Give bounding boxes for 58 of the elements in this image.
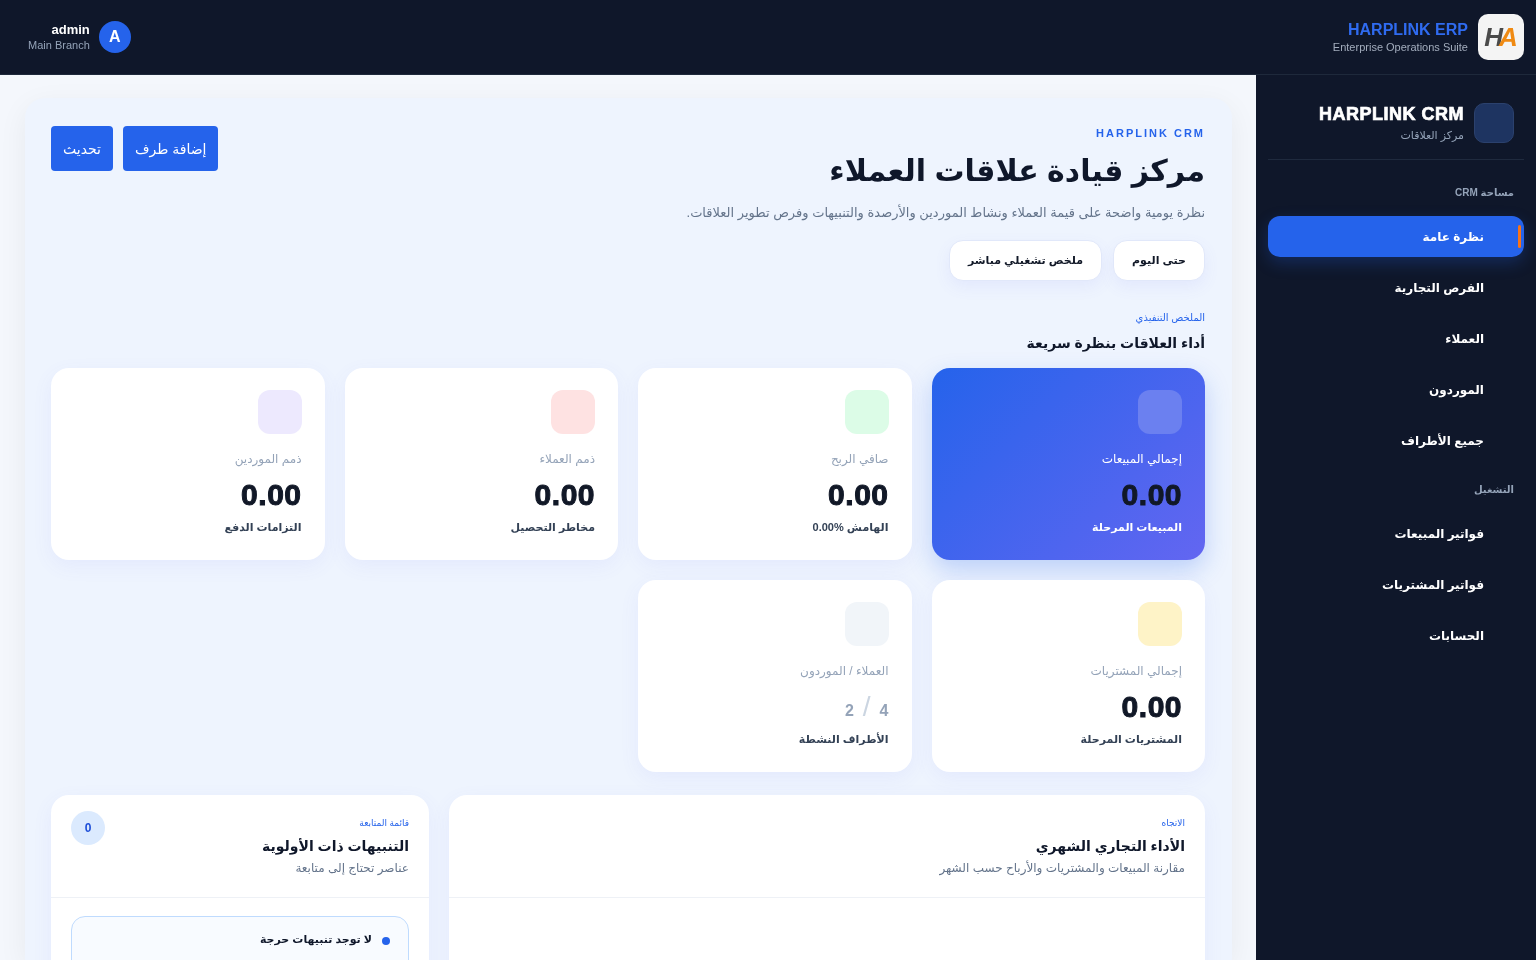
page-subtitle: نظرة يومية واضحة على قيمة العملاء ونشاط الموردين والأرصدة والتنبيهات وفرص تطوير العلاقات. [686, 203, 1205, 223]
stat-note: الأطراف النشطة [798, 731, 889, 747]
action-button[interactable]: تحديث [51, 126, 113, 171]
active-indicator-icon [1518, 225, 1521, 248]
stat-note: التزامات الدفع [224, 520, 302, 535]
page-title: مركز قيادة علاقات العملاء [829, 153, 1205, 190]
panel-title: التنبيهات ذات الأولوية [261, 837, 409, 856]
stat-label: صافي الربح [830, 451, 889, 468]
panel-eyebrow: قائمة المتابعة [359, 817, 409, 829]
tile-icon [1474, 103, 1514, 143]
stat-value: 0.00 [534, 477, 595, 513]
stat-label: ذمم العملاء [539, 451, 595, 468]
user-name: admin [51, 21, 90, 38]
ratio-separator: / [862, 690, 871, 724]
count-value: 4 [879, 701, 889, 721]
brand-tagline: Enterprise Operations Suite [1332, 39, 1468, 55]
branch-name: Main Branch [28, 38, 90, 53]
app-logo: HA [1478, 14, 1524, 60]
sidebar-item[interactable]: الموردون [1268, 369, 1524, 410]
sidebar-item[interactable]: العملاء [1268, 318, 1524, 359]
alert-text: لا توجد تنبيهات حرجة [259, 932, 372, 947]
panel-subtitle: مقارنة المبيعات والمشتريات والأرباح حسب الشهر [939, 860, 1185, 876]
user-avatar[interactable]: A [98, 21, 131, 53]
count-badge: 0 [71, 811, 105, 845]
stat-value: 0.00 [1121, 689, 1182, 725]
section-title: أداء العلاقات بنظرة سريعة [1026, 333, 1205, 353]
stat-note: المشتريات المرحلة [1080, 732, 1182, 747]
stat-value: 0.00 [1121, 477, 1182, 513]
panel-title: الأداء التجاري الشهري [1035, 837, 1185, 856]
section-label: مساحة CRM [1455, 186, 1515, 200]
stat-label: العملاء / الموردون [800, 663, 889, 680]
stat-label: إجمالي المبيعات [1101, 451, 1182, 468]
section-label: التشغيل [1473, 483, 1515, 497]
sidebar-item[interactable]: فواتير المشتريات [1268, 564, 1524, 605]
stat-value: 0.00 [241, 477, 302, 513]
page-eyebrow: HARPLINK CRM [1096, 126, 1205, 140]
panel-eyebrow: الاتجاه [1161, 817, 1185, 829]
sidebar-item[interactable]: الحسابات [1268, 615, 1524, 656]
info-chip: ملخص تشغيلي مباشر [948, 240, 1103, 281]
stat-note: المبيعات المرحلة [1092, 520, 1182, 535]
stat-note: مخاطر التحصيل [510, 520, 595, 535]
section-eyebrow: الملخص التنفيذي [1135, 311, 1205, 325]
sidebar-item[interactable]: فواتير المبيعات [1268, 513, 1524, 554]
action-button[interactable]: إضافة طرف [122, 126, 219, 171]
brand-name: HARPLINK ERP [1348, 19, 1468, 39]
stat-label: إجمالي المشتريات [1090, 663, 1182, 680]
stat-value: 0.00 [828, 477, 889, 513]
panel-subtitle: عناصر تحتاج إلى متابعة [295, 860, 409, 876]
sidebar-item[interactable]: نظرة عامة [1268, 216, 1524, 257]
sidebar-item[interactable]: جميع الأطراف [1268, 420, 1524, 461]
count-value: 2 [844, 701, 854, 721]
sidebar-item[interactable]: الفرص التجارية [1268, 267, 1524, 308]
module-subtitle: مركز العلاقات [1400, 128, 1464, 143]
module-title: HARPLINK CRM [1319, 103, 1464, 125]
info-chip: حتى اليوم [1113, 240, 1205, 281]
stat-label: ذمم الموردين [234, 451, 302, 468]
status-dot-icon [382, 937, 390, 945]
stat-note: الهامش %0.00 [812, 520, 889, 535]
